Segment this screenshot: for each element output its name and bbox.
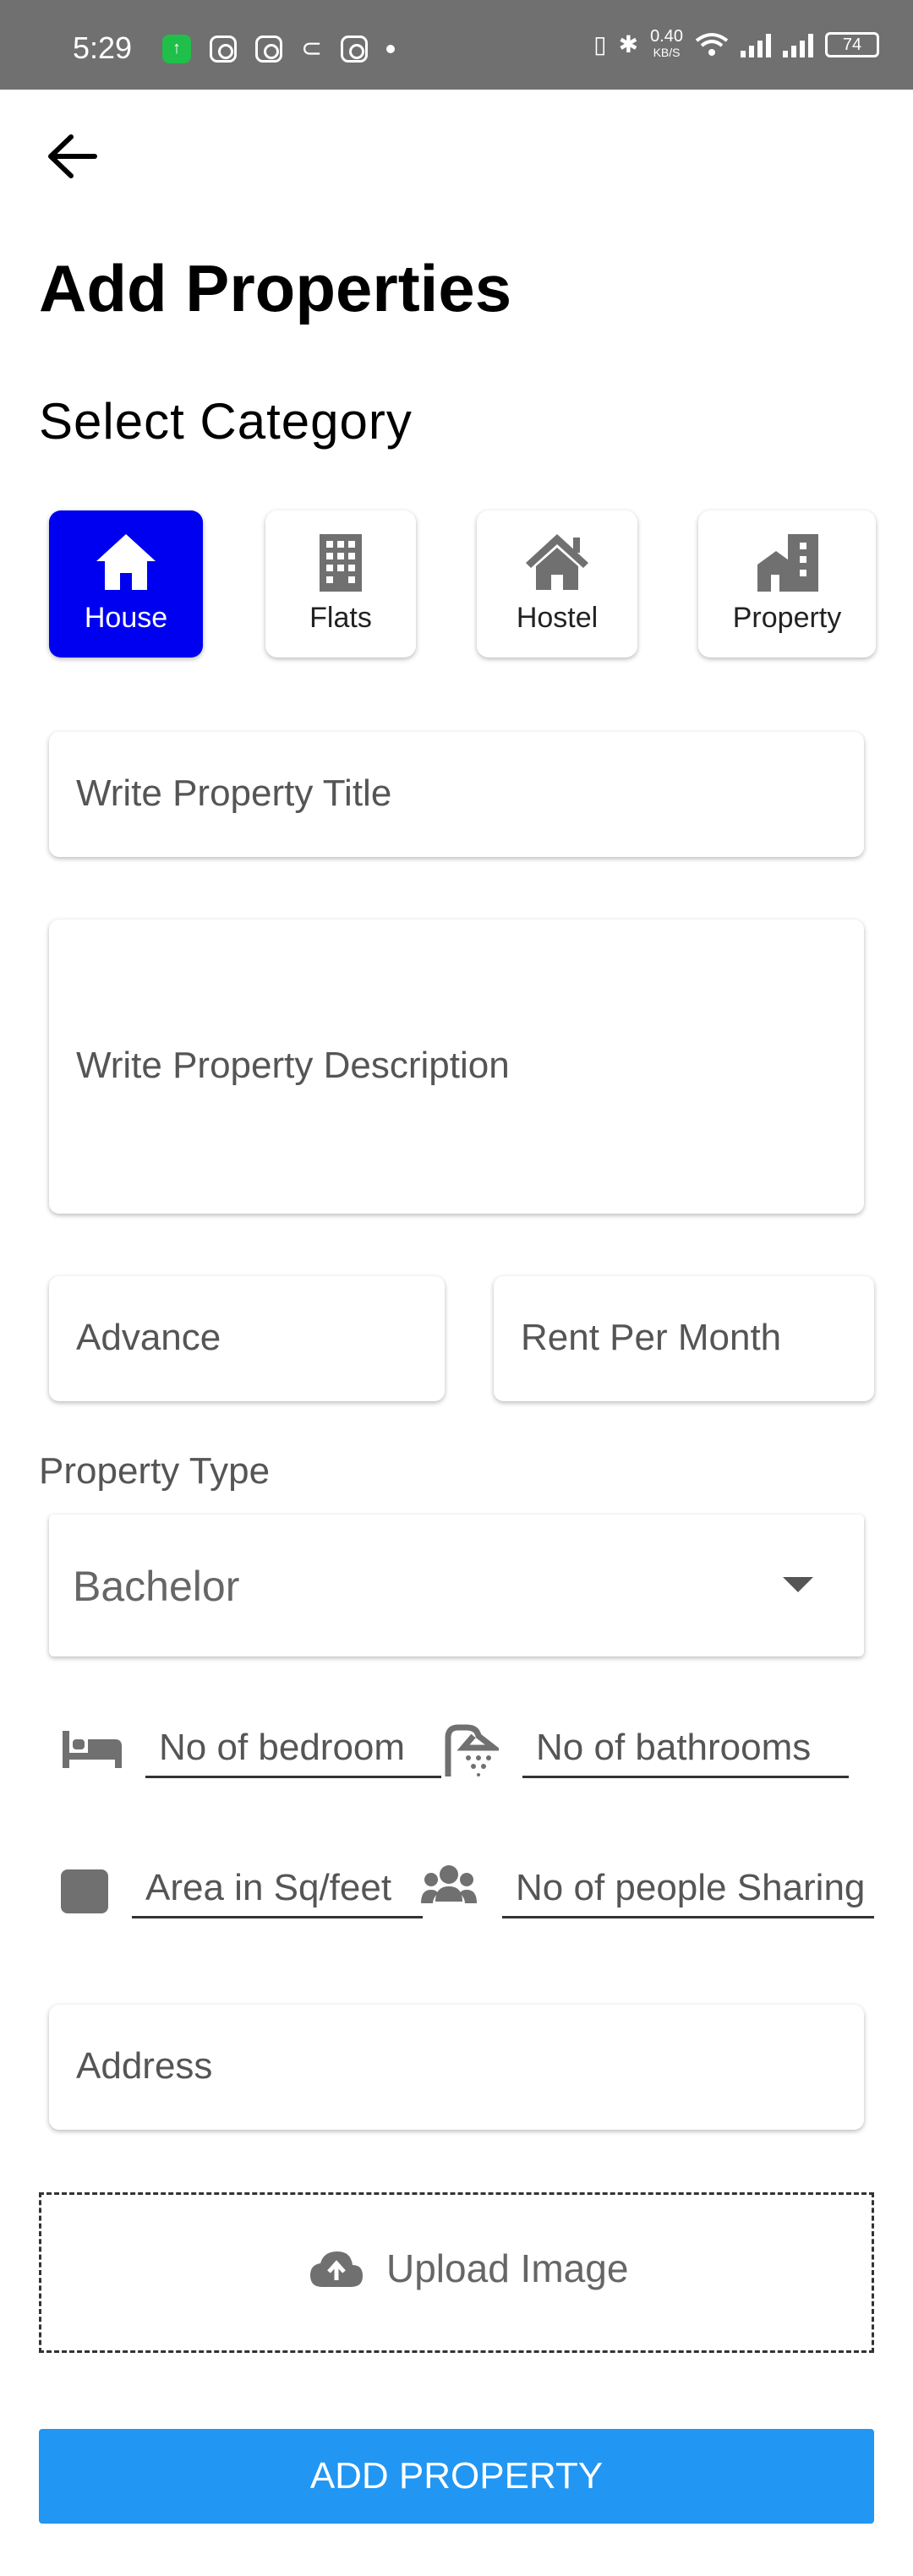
category-label: House [84, 602, 168, 634]
bedroom-input[interactable]: No of bedroom [145, 1716, 441, 1778]
placeholder: Address [76, 2045, 213, 2087]
placeholder: Area in Sq/feet [145, 1867, 392, 1908]
building-icon [320, 534, 362, 592]
upload-image-area[interactable]: Upload Image [39, 2192, 874, 2353]
house-icon [96, 534, 156, 590]
placeholder: Rent Per Month [521, 1317, 782, 1358]
signal-icon [741, 32, 771, 57]
area-square-icon [61, 1869, 108, 1913]
property-type-label: Property Type [39, 1450, 271, 1492]
more-notifications-icon [386, 44, 396, 53]
battery-icon: 74 [825, 31, 879, 57]
bathroom-input[interactable]: No of bathrooms [522, 1716, 849, 1778]
city-icon [757, 534, 818, 592]
advance-input[interactable]: Advance [49, 1276, 445, 1401]
placeholder: Advance [76, 1317, 221, 1358]
property-description-input[interactable]: Write Property Description [49, 920, 864, 1214]
category-hostel[interactable]: Hostel [477, 510, 637, 658]
property-type-value: Bachelor [73, 1563, 240, 1610]
placeholder: Write Property Title [76, 772, 392, 814]
instagram-icon [255, 35, 282, 63]
dropdown-arrow-icon [783, 1577, 813, 1592]
bluetooth-icon: ✱ [618, 31, 639, 57]
placeholder: No of bathrooms [536, 1727, 812, 1768]
category-house[interactable]: House [49, 510, 203, 658]
rent-per-month-input[interactable]: Rent Per Month [494, 1276, 874, 1401]
system-icons: ▯ ✱ 0.40 KB/S 74 [593, 27, 879, 60]
bed-icon [63, 1731, 122, 1768]
people-icon [421, 1865, 477, 1903]
placeholder: No of bedroom [159, 1727, 406, 1768]
upload-notification-icon: ↑ [162, 34, 191, 63]
signal-icon [783, 32, 813, 57]
speed-unit: KB/S [653, 46, 681, 59]
wifi-icon [695, 32, 729, 56]
hostel-icon [526, 534, 588, 590]
back-arrow-icon[interactable] [42, 127, 101, 186]
property-type-dropdown[interactable]: Bachelor [49, 1514, 864, 1656]
address-input[interactable]: Address [49, 2005, 864, 2130]
upload-content: Upload Image [309, 2246, 628, 2291]
upload-image-label: Upload Image [386, 2246, 629, 2290]
select-category-label: Select Category [39, 393, 413, 450]
category-flats[interactable]: Flats [265, 510, 416, 658]
vibrate-icon: ▯ [593, 31, 607, 57]
notification-icons: ↑ ⊂ [162, 34, 396, 63]
network-speed: 0.40 KB/S [650, 27, 683, 60]
page-title: Add Properties [39, 251, 512, 325]
cloud-upload-icon [310, 2251, 363, 2287]
instagram-icon [210, 35, 237, 63]
shower-icon [445, 1724, 499, 1776]
people-sharing-input[interactable]: No of people Sharing [502, 1854, 874, 1918]
property-title-input[interactable]: Write Property Title [49, 732, 864, 857]
instagram-icon [341, 35, 369, 63]
category-property[interactable]: Property [698, 510, 876, 658]
status-bar: 5:29 ↑ ⊂ ▯ ✱ 0.40 KB/S 74 [0, 0, 913, 90]
placeholder: Write Property Description [76, 1045, 510, 1086]
speed-value: 0.40 [650, 27, 683, 46]
game-icon: ⊂ [301, 35, 323, 63]
status-time: 5:29 [73, 30, 133, 65]
category-label: Flats [309, 602, 372, 634]
placeholder: No of people Sharing [516, 1867, 866, 1908]
area-input[interactable]: Area in Sq/feet [132, 1854, 423, 1918]
category-label: Hostel [516, 602, 599, 634]
category-label: Property [732, 602, 842, 634]
add-property-button[interactable]: ADD PROPERTY [39, 2429, 874, 2524]
